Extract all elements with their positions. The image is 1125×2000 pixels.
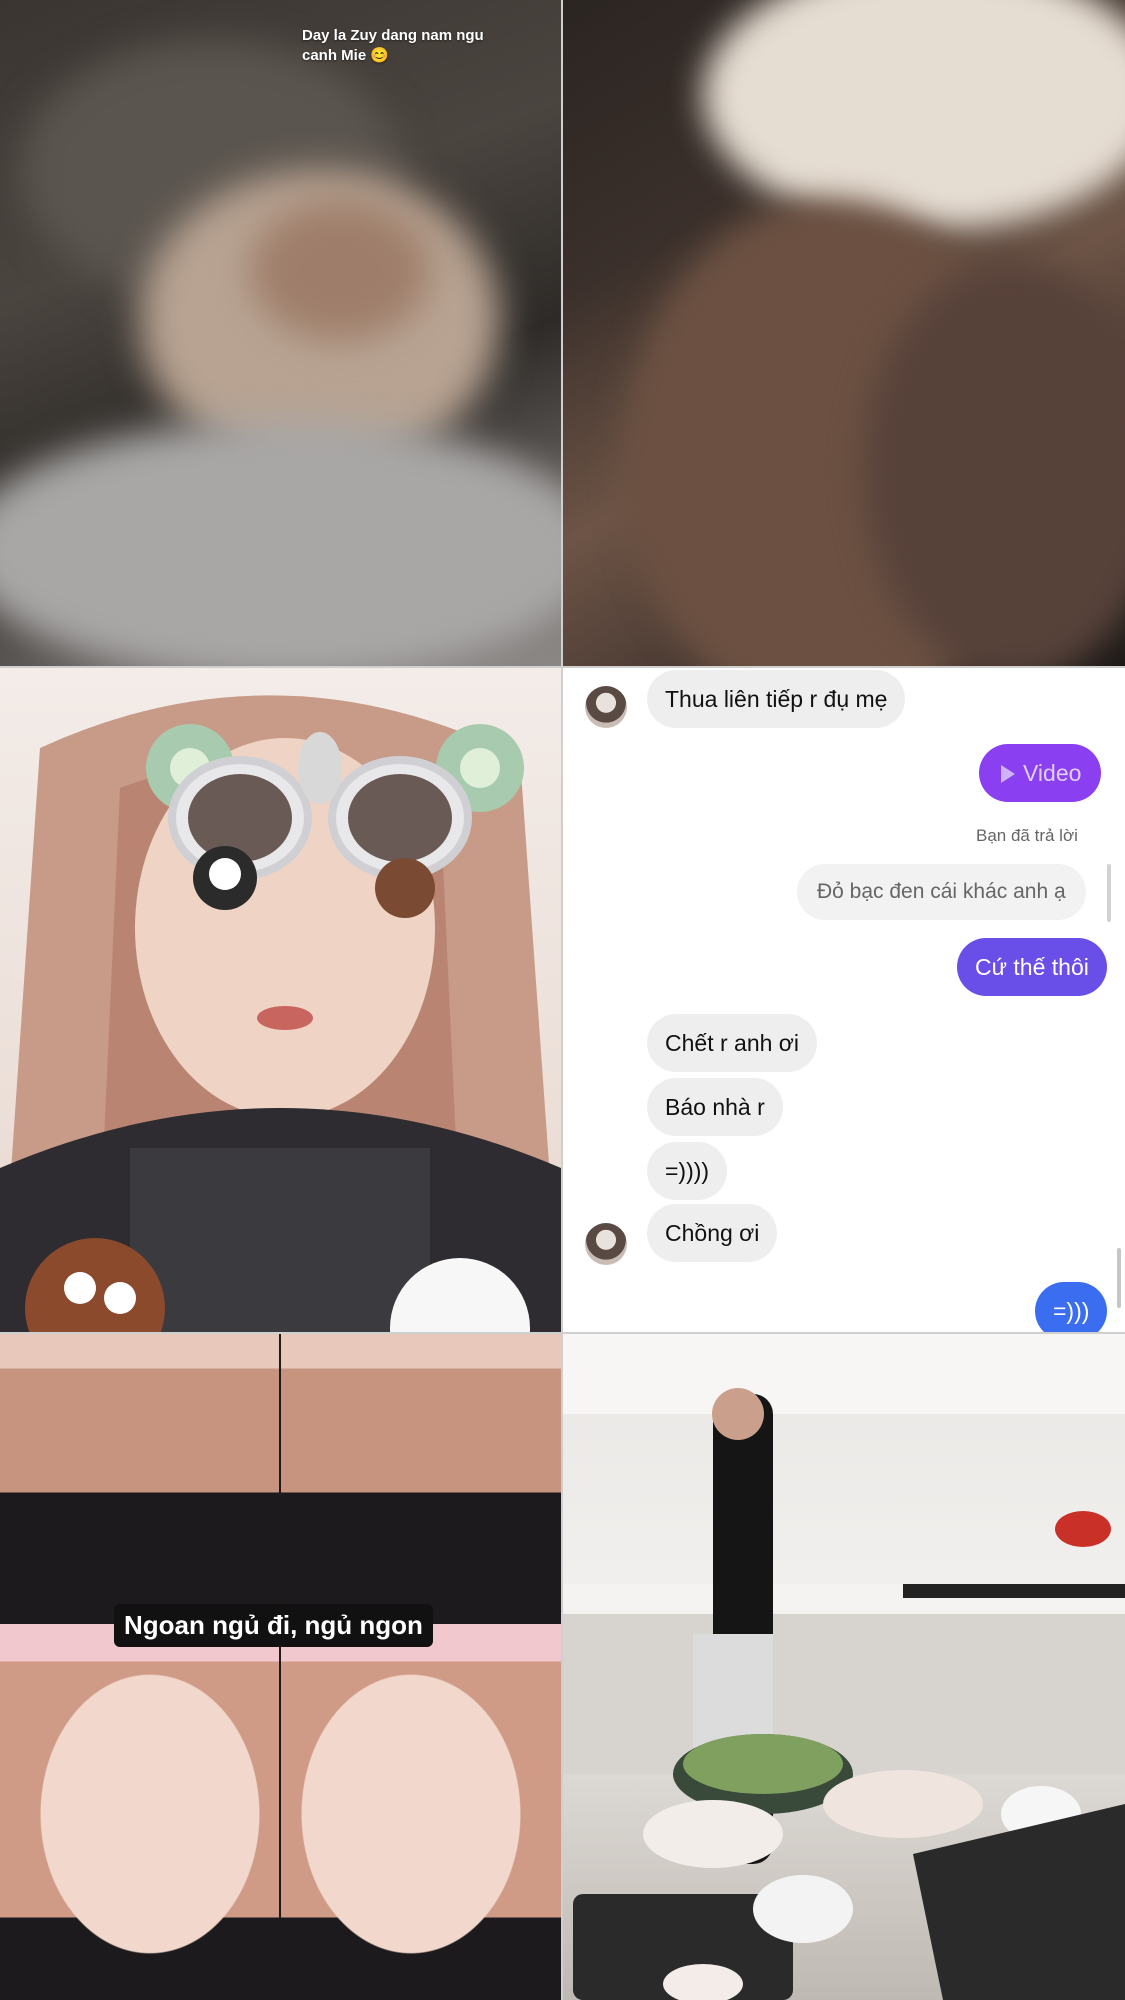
fur-shape bbox=[703, 0, 1125, 230]
outgoing-message[interactable]: Cứ thế thôi bbox=[957, 938, 1107, 996]
collage-photo bbox=[0, 1624, 279, 2000]
fur-shape bbox=[250, 200, 430, 340]
scrollbar[interactable] bbox=[1117, 1248, 1121, 1308]
photo-dog-and-leg bbox=[563, 0, 1125, 666]
photo-selfie-sticker-glasses bbox=[0, 668, 561, 1332]
incoming-message[interactable]: Thua liên tiếp r đụ mẹ bbox=[647, 670, 906, 728]
contact-avatar[interactable] bbox=[585, 1223, 627, 1265]
blanket-shape bbox=[0, 420, 561, 666]
photo-collage: Ngoan ngủ đi, ngủ ngon bbox=[0, 1334, 561, 2000]
video-label: Video bbox=[1023, 760, 1082, 786]
photo-kitchen bbox=[563, 1334, 1125, 2000]
reply-quote[interactable]: Đỏ bạc đen cái khác anh ạ bbox=[797, 864, 1086, 920]
collage-photo bbox=[281, 1334, 561, 1622]
selfie-illustration bbox=[0, 695, 561, 1332]
video-message-button[interactable]: Video bbox=[979, 744, 1102, 802]
collage-photo bbox=[281, 1624, 561, 2000]
incoming-message[interactable]: Chồng ơi bbox=[647, 1204, 778, 1262]
contact-avatar[interactable] bbox=[585, 686, 627, 728]
reply-label: Bạn đã trả lời bbox=[976, 826, 1078, 845]
collage-caption: Ngoan ngủ đi, ngủ ngon bbox=[114, 1604, 433, 1647]
incoming-message[interactable]: Chết r anh ơi bbox=[647, 1014, 817, 1072]
incoming-message[interactable]: Báo nhà r bbox=[647, 1078, 783, 1136]
reply-bar bbox=[1107, 864, 1111, 922]
story-caption: Day la Zuy dang nam ngu canh Mie 😊 bbox=[302, 27, 484, 64]
play-icon bbox=[1001, 765, 1015, 783]
collage-photo bbox=[0, 1334, 279, 1622]
kitchen-illustration bbox=[563, 1334, 1125, 2000]
chat-screenshot: Thua liên tiếp r đụ mẹ Video Bạn đã trả … bbox=[563, 668, 1125, 1332]
incoming-message[interactable]: =)))) bbox=[647, 1142, 728, 1200]
photo-dog-sleeping: Day la Zuy dang nam ngu canh Mie 😊 bbox=[0, 0, 561, 666]
outgoing-message[interactable]: =))) bbox=[1035, 1282, 1108, 1332]
